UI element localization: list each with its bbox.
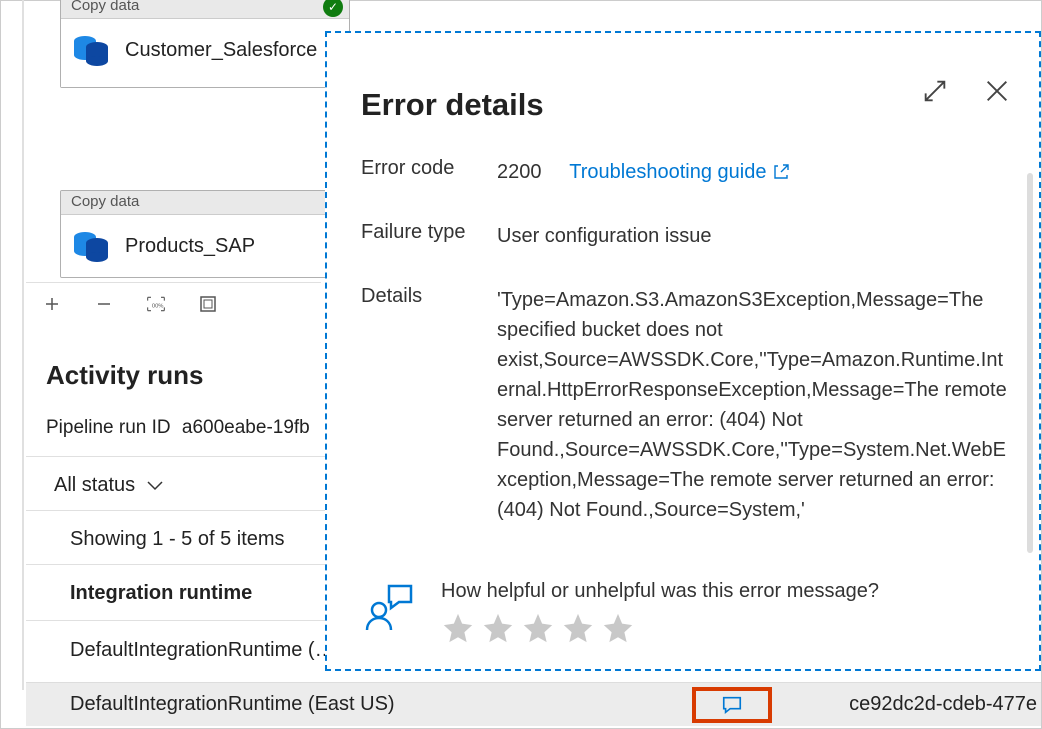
database-icon — [71, 229, 111, 263]
activity-card-products[interactable]: Copy data Products_SAP — [60, 190, 350, 278]
activity-type: Copy data — [71, 0, 139, 14]
error-details-panel: Error details Error code 2200 Troublesho… — [325, 31, 1041, 671]
activity-body: Products_SAP — [61, 215, 349, 278]
run-id-label: Pipeline run ID — [46, 417, 171, 438]
star-icon[interactable] — [481, 611, 515, 645]
star-icon[interactable] — [601, 611, 635, 645]
close-icon[interactable] — [983, 77, 1011, 105]
zoom-fit-button[interactable]: 00% — [130, 284, 182, 324]
integration-runtime-row[interactable]: DefaultIntegrationRuntime (… — [70, 639, 335, 662]
status-filter-label: All status — [54, 474, 135, 497]
star-icon[interactable] — [561, 611, 595, 645]
chevron-down-icon — [147, 474, 163, 497]
database-icon — [71, 33, 111, 67]
integration-runtime-header: Integration runtime — [70, 582, 252, 605]
zoom-out-button[interactable] — [78, 284, 130, 324]
activity-body: Customer_Salesforce — [61, 19, 349, 87]
expand-icon[interactable] — [921, 77, 949, 105]
error-message-button[interactable] — [692, 687, 772, 723]
run-guid-partial: ce92dc2d-cdeb-477e — [849, 693, 1037, 716]
run-id-value: a600eabe-19fb — [182, 417, 310, 438]
activity-runs-heading: Activity runs — [46, 360, 204, 391]
troubleshooting-guide-link[interactable]: Troubleshooting guide — [569, 157, 790, 187]
external-link-icon — [772, 163, 790, 181]
panel-scrollbar[interactable] — [1027, 173, 1033, 553]
failure-type-label: Failure type — [361, 221, 497, 244]
pipeline-run-id-row: Pipeline run ID a600eabe-19fb — [46, 417, 310, 439]
activity-name: Products_SAP — [125, 235, 255, 258]
activity-header: Copy data — [61, 191, 349, 215]
items-count: Showing 1 - 5 of 5 items — [70, 528, 285, 551]
integration-runtime-row-selected[interactable]: DefaultIntegrationRuntime (East US) ce92… — [26, 682, 1041, 726]
error-code-label: Error code — [361, 157, 497, 180]
activity-header: Copy data ✓ — [61, 0, 349, 19]
status-filter-dropdown[interactable]: All status — [54, 474, 163, 497]
activity-name: Customer_Salesforce — [125, 39, 317, 62]
left-rail — [22, 0, 24, 690]
feedback-stars[interactable] — [441, 611, 879, 645]
troubleshooting-guide-label: Troubleshooting guide — [569, 157, 766, 187]
star-icon[interactable] — [521, 611, 555, 645]
feedback-person-icon — [363, 580, 419, 645]
svg-text:00%: 00% — [152, 303, 164, 309]
fullscreen-button[interactable] — [182, 284, 234, 324]
feedback-section: How helpful or unhelpful was this error … — [363, 580, 879, 645]
activity-card-customer[interactable]: Copy data ✓ Customer_Salesforce — [60, 0, 350, 88]
failure-type-value: User configuration issue — [497, 221, 1011, 251]
error-code-value: 2200 — [497, 161, 542, 183]
details-value: 'Type=Amazon.S3.AmazonS3Exception,Messag… — [497, 285, 1011, 525]
success-status-icon: ✓ — [323, 0, 343, 17]
zoom-in-button[interactable] — [26, 284, 78, 324]
details-label: Details — [361, 285, 497, 308]
star-icon[interactable] — [441, 611, 475, 645]
canvas-zoom-toolbar: 00% — [26, 282, 321, 324]
panel-title: Error details — [361, 87, 1011, 123]
activity-type: Copy data — [71, 193, 139, 210]
integration-runtime-name: DefaultIntegrationRuntime (East US) — [70, 693, 395, 716]
feedback-question: How helpful or unhelpful was this error … — [441, 580, 879, 603]
